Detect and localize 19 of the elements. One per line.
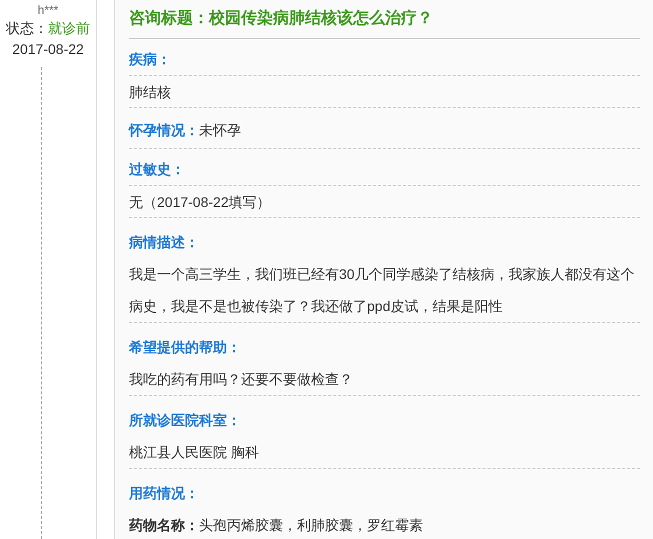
field-label: 希望提供的帮助： [129,338,242,357]
field-label: 病情描述： [129,233,200,252]
post-date: 2017-08-22 [12,40,84,59]
field-value: 无（2017-08-22填写） [129,194,271,210]
field-label: 过敏史： [129,161,185,177]
status-label: 状态： [6,20,48,36]
field-value: 我吃的药有用吗？还要不要做检查？ [129,370,354,389]
field-value: 肺结核 [129,84,171,100]
field-value: 未怀孕 [199,122,241,138]
field-label: 疾病： [129,51,171,67]
field-label: 怀孕情况： [129,122,199,138]
field-label: 所就诊医院科室： [129,411,242,430]
consultation-title: 咨询标题：校园传染病肺结核该怎么治疗？ [129,0,640,39]
field-label: 用药情况： [129,484,200,503]
user-name: h*** [38,3,58,17]
field-value: 我是一个高三学生，我们班已经有30几个同学感染了结核病，我家族人都没有这个病史，我是不是也被传染了？我还做了ppd皮试，结果是阳性 [129,265,636,316]
field-value: 桃江县人民医院 胸科 [129,443,260,462]
status-value: 就诊前 [48,20,90,36]
field-value: 药物名称：头孢丙烯胶囊，利肺胶囊，罗红霉素 [129,516,424,535]
